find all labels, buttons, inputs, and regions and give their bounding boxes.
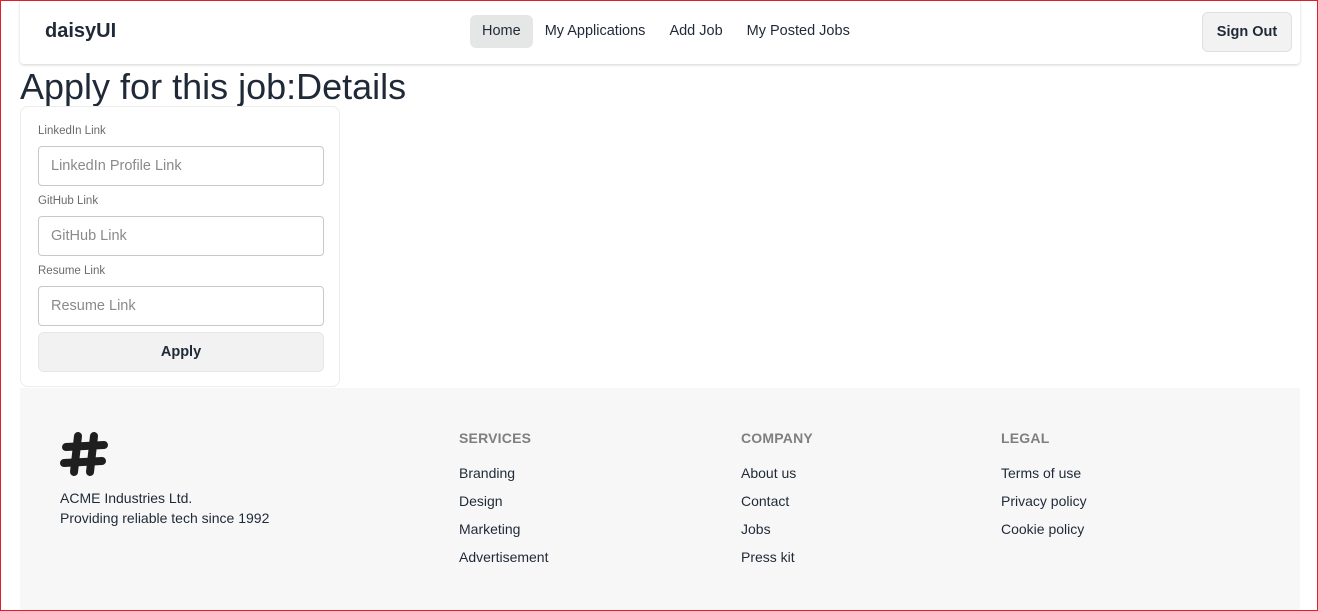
nav-item-my-posted-jobs[interactable]: My Posted Jobs bbox=[735, 15, 862, 48]
footer-company-info: ACME Industries Ltd. Providing reliable … bbox=[60, 488, 269, 528]
github-input[interactable] bbox=[38, 216, 324, 256]
github-label: GitHub Link bbox=[38, 195, 99, 207]
footer-link-terms[interactable]: Terms of use bbox=[1001, 465, 1087, 493]
apply-button[interactable]: Apply bbox=[38, 332, 324, 372]
resume-label: Resume Link bbox=[38, 265, 106, 277]
company-name: ACME Industries Ltd. bbox=[60, 490, 193, 506]
footer-link-jobs[interactable]: Jobs bbox=[741, 521, 813, 549]
linkedin-input[interactable] bbox=[38, 146, 324, 186]
brand-logo-text[interactable]: daisyUI bbox=[45, 20, 116, 43]
navbar: daisyUI Home My Applications Add Job My … bbox=[20, 0, 1300, 64]
nav-item-my-applications[interactable]: My Applications bbox=[533, 15, 658, 48]
footer-link-branding[interactable]: Branding bbox=[459, 465, 548, 493]
hashtag-logo-icon bbox=[60, 432, 108, 476]
linkedin-label: LinkedIn Link bbox=[38, 125, 106, 137]
apply-form-card: LinkedIn Link GitHub Link Resume Link Ap… bbox=[20, 106, 340, 387]
footer-company-column: COMPANY About us Contact Jobs Press kit bbox=[741, 430, 813, 577]
resume-input[interactable] bbox=[38, 286, 324, 326]
footer-link-about-us[interactable]: About us bbox=[741, 465, 813, 493]
footer-legal-title: LEGAL bbox=[1001, 430, 1050, 446]
footer-link-press-kit[interactable]: Press kit bbox=[741, 549, 813, 577]
nav-item-home[interactable]: Home bbox=[470, 15, 533, 48]
page-title: Apply for this job:Details bbox=[20, 66, 407, 107]
footer-link-cookie[interactable]: Cookie policy bbox=[1001, 521, 1087, 549]
nav-item-add-job[interactable]: Add Job bbox=[657, 15, 734, 48]
footer-services-title: SERVICES bbox=[459, 430, 532, 446]
company-tagline: Providing reliable tech since 1992 bbox=[60, 510, 270, 526]
sign-out-button[interactable]: Sign Out bbox=[1202, 12, 1292, 52]
footer-company-title: COMPANY bbox=[741, 430, 813, 446]
footer-services-column: SERVICES Branding Design Marketing Adver… bbox=[459, 430, 548, 577]
footer-link-design[interactable]: Design bbox=[459, 493, 548, 521]
nav-menu: Home My Applications Add Job My Posted J… bbox=[470, 15, 862, 48]
footer-link-advertisement[interactable]: Advertisement bbox=[459, 549, 548, 577]
footer-link-contact[interactable]: Contact bbox=[741, 493, 813, 521]
footer: ACME Industries Ltd. Providing reliable … bbox=[20, 388, 1300, 611]
footer-link-privacy[interactable]: Privacy policy bbox=[1001, 493, 1087, 521]
footer-link-marketing[interactable]: Marketing bbox=[459, 521, 548, 549]
footer-legal-column: LEGAL Terms of use Privacy policy Cookie… bbox=[1001, 430, 1087, 549]
